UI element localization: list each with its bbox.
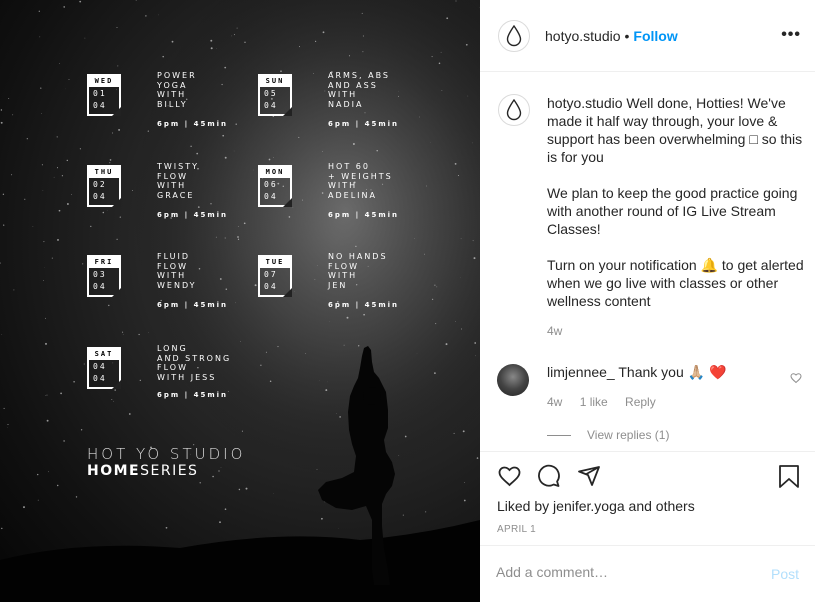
liked-by-suffix: and <box>624 498 656 514</box>
share-send-icon[interactable] <box>577 464 601 488</box>
liked-by-others[interactable]: others <box>656 498 695 514</box>
header-separator: • <box>624 27 630 44</box>
view-replies-line <box>547 435 571 437</box>
add-comment-bar: Post <box>480 545 815 602</box>
header-username[interactable]: hotyo.studio <box>545 28 621 44</box>
liked-by-text: Liked by jenifer.yoga and others <box>497 498 695 514</box>
commenter-avatar[interactable] <box>497 364 529 396</box>
liked-by-prefix: Liked by <box>497 498 554 514</box>
comment-username[interactable]: limjennee_ <box>547 364 615 380</box>
caption-para3-before: Turn on your notification <box>547 257 701 273</box>
comment-bubble-icon[interactable] <box>536 464 561 488</box>
studio-avatar[interactable] <box>498 19 530 52</box>
comment-meta: 4w 1 like Reply <box>547 395 670 409</box>
more-horizontal-icon[interactable]: ••• <box>781 26 801 44</box>
post-header: hotyo.studio • Follow ••• <box>480 0 815 72</box>
caption-text: hotyo.studio Well done, Hotties! We've m… <box>547 94 809 328</box>
add-comment-input[interactable] <box>496 564 756 580</box>
follow-button[interactable]: Follow <box>633 28 677 44</box>
view-replies-label: View replies (1) <box>587 428 670 442</box>
drop-logo-icon <box>506 99 522 121</box>
bell-icon: 🔔 <box>700 257 718 273</box>
comment-reply-button[interactable]: Reply <box>625 395 656 409</box>
comment-body: Thank you 🙏🏼 ❤️ <box>618 364 727 380</box>
post-image[interactable]: WED 01 04 POWER YOga WITH BILLY 6pm | 45min S… <box>0 0 480 602</box>
caption-username[interactable]: hotyo.studio <box>547 95 623 111</box>
comment: limjennee_ Thank you 🙏🏼 ❤️ <box>547 364 726 381</box>
post-comment-button[interactable]: Post <box>771 566 799 582</box>
post-date[interactable]: APRIL 1 <box>497 524 536 535</box>
comment-like-heart-icon[interactable] <box>790 372 802 384</box>
comment-age[interactable]: 4w <box>547 395 562 409</box>
caption-para3: Turn on your notification 🔔 to get alert… <box>547 256 809 310</box>
save-bookmark-icon[interactable] <box>778 464 800 489</box>
view-replies-button[interactable]: View replies (1) <box>547 428 669 442</box>
post-actions: Liked by jenifer.yoga and others APRIL 1 <box>480 451 815 546</box>
drop-logo-icon <box>506 24 522 46</box>
caption-para2: We plan to keep the good practice going … <box>547 185 798 237</box>
yoga-silhouette <box>318 346 395 585</box>
comment-likes[interactable]: 1 like <box>580 395 608 409</box>
caption-avatar[interactable] <box>498 94 530 126</box>
caption-age[interactable]: 4w <box>547 324 562 338</box>
liked-by-user[interactable]: jenifer.yoga <box>553 498 625 514</box>
like-heart-icon[interactable] <box>497 464 522 488</box>
